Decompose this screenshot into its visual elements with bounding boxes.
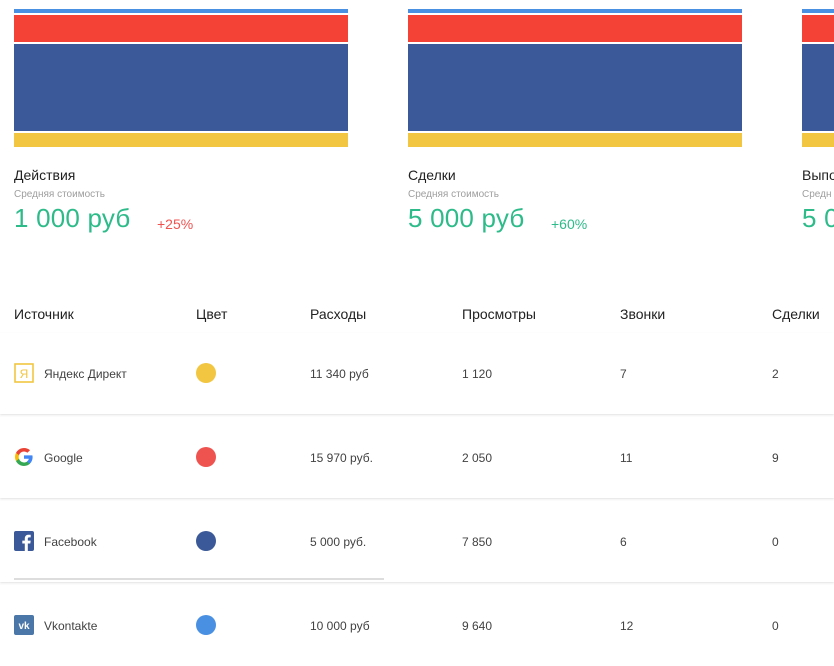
header-calls[interactable]: Звонки: [620, 306, 665, 322]
card-value: 5 000 руб: [408, 203, 525, 233]
card-title: Действия: [14, 167, 76, 183]
table-row[interactable]: Google 15 970 руб. 2 050 11 9: [0, 417, 834, 498]
deals-cell: 0: [772, 535, 779, 549]
source-name: Яндекс Директ: [44, 367, 127, 381]
calls-cell: 12: [620, 619, 634, 633]
metric-card-actions: Действия Средняя стоимость 1 000 руб +25…: [14, 9, 348, 233]
expenses-cell: 15 970 руб.: [310, 451, 373, 465]
table-row[interactable]: Я Яндекс Директ 11 340 руб 1 120 7 2: [0, 333, 834, 414]
views-cell: 9 640: [462, 619, 493, 633]
card-value: 1 000 руб: [14, 203, 131, 233]
card-subtitle: Средняя стоимость: [14, 189, 105, 200]
bar-segment-vkontakte: [802, 9, 834, 13]
expenses-cell: 11 340 руб: [310, 367, 369, 381]
card-subtitle: Средняя стоимость: [408, 189, 499, 200]
svg-text:vk: vk: [18, 621, 30, 632]
bar-segment-yandex: [802, 133, 834, 147]
color-dot: [196, 615, 216, 635]
deals-cell: 2: [772, 367, 779, 381]
color-dot: [196, 363, 216, 383]
svg-text:Я: Я: [20, 367, 29, 381]
card-title: Выпо: [802, 167, 834, 183]
bar-segment-google: [408, 15, 742, 42]
vk-icon: vk: [14, 615, 34, 635]
bar-segment-vkontakte: [14, 9, 348, 13]
calls-cell: 7: [620, 367, 627, 381]
card-value: 5 0: [802, 203, 834, 233]
overlap-artifact: [14, 575, 384, 583]
facebook-icon: [14, 531, 34, 551]
views-cell: 2 050: [462, 451, 493, 465]
calls-cell: 6: [620, 535, 627, 549]
bar-segment-facebook: [802, 44, 834, 131]
views-cell: 7 850: [462, 535, 493, 549]
bar-segment-google: [14, 15, 348, 42]
deals-cell: 0: [772, 619, 779, 633]
color-dot: [196, 447, 216, 467]
bar-segment-facebook: [14, 44, 348, 131]
google-icon: [14, 447, 34, 467]
source-name: Vkontakte: [44, 619, 98, 633]
source-name: Facebook: [44, 535, 97, 549]
table-row[interactable]: vk Vkontakte 10 000 руб 9 640 12 0: [0, 585, 834, 666]
card-delta: +25%: [157, 216, 194, 232]
table-row[interactable]: Facebook 5 000 руб. 7 850 6 0: [0, 501, 834, 582]
expenses-cell: 5 000 руб.: [310, 535, 367, 549]
card-delta: +60%: [551, 216, 588, 232]
bar-segment-google: [802, 15, 834, 42]
views-cell: 1 120: [462, 367, 493, 381]
stacked-bar: [408, 9, 742, 147]
stacked-bar: [802, 9, 834, 147]
metric-card-partial: Выпо Средн 5 0: [802, 9, 834, 249]
deals-cell: 9: [772, 451, 779, 465]
stacked-bar: [14, 9, 348, 147]
bar-segment-yandex: [14, 133, 348, 147]
header-source[interactable]: Источник: [14, 306, 74, 322]
bar-segment-yandex: [408, 133, 742, 147]
card-subtitle: Средн: [802, 189, 832, 200]
header-views[interactable]: Просмотры: [462, 306, 536, 322]
header-color[interactable]: Цвет: [196, 306, 227, 322]
source-name: Google: [44, 451, 83, 465]
expenses-cell: 10 000 руб: [310, 619, 370, 633]
metric-card-deals: Сделки Средняя стоимость 5 000 руб +60%: [408, 9, 742, 233]
header-expenses[interactable]: Расходы: [310, 306, 366, 322]
bar-segment-vkontakte: [408, 9, 742, 13]
yandex-icon: Я: [14, 363, 34, 383]
table-header: Источник Цвет Расходы Просмотры Звонки С…: [0, 306, 834, 324]
color-dot: [196, 531, 216, 551]
header-deals[interactable]: Сделки: [772, 306, 820, 322]
card-title: Сделки: [408, 167, 456, 183]
bar-segment-facebook: [408, 44, 742, 131]
calls-cell: 11: [620, 451, 633, 465]
